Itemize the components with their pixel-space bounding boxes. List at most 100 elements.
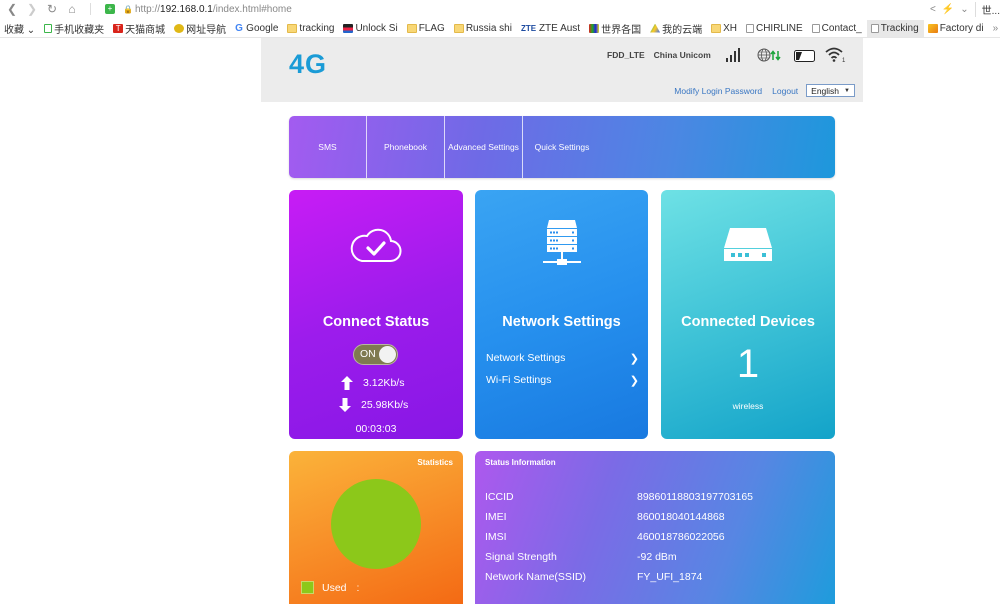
wifi-settings-link[interactable]: Wi-Fi Settings ❯ [486,369,639,391]
forward-button[interactable]: ❯ [22,2,42,16]
network-links: Network Settings ❯ Wi-Fi Settings ❯ [486,347,639,391]
bookmark-item[interactable]: FLAG [403,20,450,37]
tab-advanced-settings[interactable]: Advanced Settings [445,116,523,178]
page-icon [745,23,754,33]
bookmark-label: tracking [299,22,335,34]
bookmark-item[interactable]: 我的云端 [646,20,707,37]
server-icon [542,220,581,265]
nav-icon [174,23,185,33]
bookmark-item[interactable]: Contact_ [808,20,867,37]
legend-swatch-used [301,581,314,594]
bookmark-item[interactable]: Unlock Si [339,20,402,37]
bookmark-item[interactable]: G Google [231,20,283,37]
page-icon [811,23,820,33]
bookmark-label: Russia shi [465,22,512,34]
drive-icon [650,23,661,33]
network-type: FDD_LTE [607,50,645,60]
bookmark-label: ZTE Aust [538,22,581,34]
status-row-signal: Signal Strength -92 dBm [485,547,825,567]
bookmark-item[interactable]: Tracking [866,19,924,37]
chevron-right-icon: ❯ [629,374,639,387]
page-icon [870,23,879,33]
bookmark-item[interactable]: 收藏 ⌄ [0,20,40,37]
bookmark-label: Google [246,22,279,34]
status-key: IMEI [485,511,507,523]
home-button[interactable]: ⌂ [62,2,82,16]
logout-link[interactable]: Logout [772,86,798,96]
bookmark-item[interactable]: Factory di [924,20,989,37]
tab-quick-settings[interactable]: Quick Settings [523,116,601,178]
chevron-down-icon[interactable]: ⌄ [960,4,968,15]
bookmark-item[interactable]: 手机收藏夹 [40,20,109,37]
download-speed-row: 25.98Kb/s [339,398,408,412]
logo-4g: 4G [289,49,328,79]
world-icon [589,23,600,33]
bookmark-label: Contact_ [821,22,862,34]
status-key: Network Name(SSID) [485,571,586,583]
status-key: ICCID [485,491,514,503]
bookmark-item[interactable]: CHIRLINE [742,20,808,37]
status-row-imsi: IMSI 460018786022056 [485,527,825,547]
bookmark-item[interactable]: Russia shi [450,20,517,37]
bookmark-label: FLAG [418,22,445,34]
url-field[interactable]: http://192.168.0.1/index.html#home [135,4,292,15]
wifi-settings-link-label: Wi-Fi Settings [486,374,552,386]
bookmarks-overflow-button[interactable]: » [989,23,999,34]
bookmark-label: 我的云端 [662,24,703,36]
share-icon[interactable]: < [930,4,936,15]
bookmarks-bar: 收藏 ⌄ 手机收藏夹 T 天猫商城 网址导航 G Google tracking Unlock … [0,19,1000,38]
toggle-knob [379,346,396,363]
url-host: 192.168.0.1 [160,3,213,15]
search-engine-label[interactable]: 世... [974,1,1000,17]
bookmark-label: 天猫商城 [125,24,166,36]
insecure-lock-icon: 🔒 [123,5,133,14]
language-select[interactable]: English ▼ [806,84,855,97]
bookmark-item[interactable]: XH [707,20,742,37]
bookmark-item[interactable]: 网址导航 [170,20,231,37]
modify-password-link[interactable]: Modify Login Password [674,86,762,96]
folder-icon [287,23,298,33]
bookmark-item[interactable]: ZTE ZTE Aust [517,20,585,37]
status-key: IMSI [485,531,507,543]
battery-icon [794,50,815,62]
status-value: 89860118803197703165 [637,491,754,503]
signal-strength-icon [726,48,740,62]
internet-connected-icon [757,48,781,62]
network-settings-title: Network Settings [502,314,621,330]
bolt-icon[interactable]: ⚡ [942,4,954,15]
device-type-label: wireless [732,401,764,411]
bag-icon [343,23,354,33]
bookmark-label: Factory di [939,22,984,34]
phone-icon [44,23,53,33]
carrier-name: China Unicom [653,50,711,60]
back-button[interactable]: ❮ [2,2,22,16]
device-count: 1 [736,342,760,386]
header-links: Modify Login Password Logout English ▼ [664,84,855,97]
caret-down-icon: ▼ [844,87,850,94]
connected-time: 00:03:03 [355,423,397,435]
bookmark-label: 世界各国 [601,24,642,36]
bookmark-item[interactable]: tracking [283,20,339,37]
connected-devices-card[interactable]: Connected Devices 1 wireless [661,190,835,439]
main-nav-tabs: SMS Phonebook Advanced Settings Quick Se… [289,116,835,178]
connection-toggle[interactable]: ON [353,344,398,365]
tab-phonebook[interactable]: Phonebook [367,116,445,178]
reload-button[interactable]: ↻ [42,2,62,16]
tab-sms[interactable]: SMS [289,116,367,178]
status-row-imei: IMEI 860018040144868 [485,507,825,527]
wifi-icon: 1 [825,47,846,63]
upload-arrow-icon [341,376,353,390]
status-key: Signal Strength [485,551,557,563]
upload-speed: 3.12Kb/s [363,377,405,389]
pie-slice-used [331,479,421,569]
bookmark-item[interactable]: 世界各国 [585,20,646,37]
bookmark-label: Unlock Si [355,22,398,34]
fact-icon [927,23,938,33]
bookmark-item[interactable]: T 天猫商城 [109,20,170,37]
router-header: 4G FDD_LTE China Unicom 1 Modify Login P… [261,38,863,102]
upload-speed-row: 3.12Kb/s [341,376,404,390]
network-settings-link[interactable]: Network Settings ❯ [486,347,639,369]
usage-pie-chart [331,479,421,569]
status-value: FY_UFI_1874 [637,571,703,583]
status-information-title: Status Information [485,458,556,467]
